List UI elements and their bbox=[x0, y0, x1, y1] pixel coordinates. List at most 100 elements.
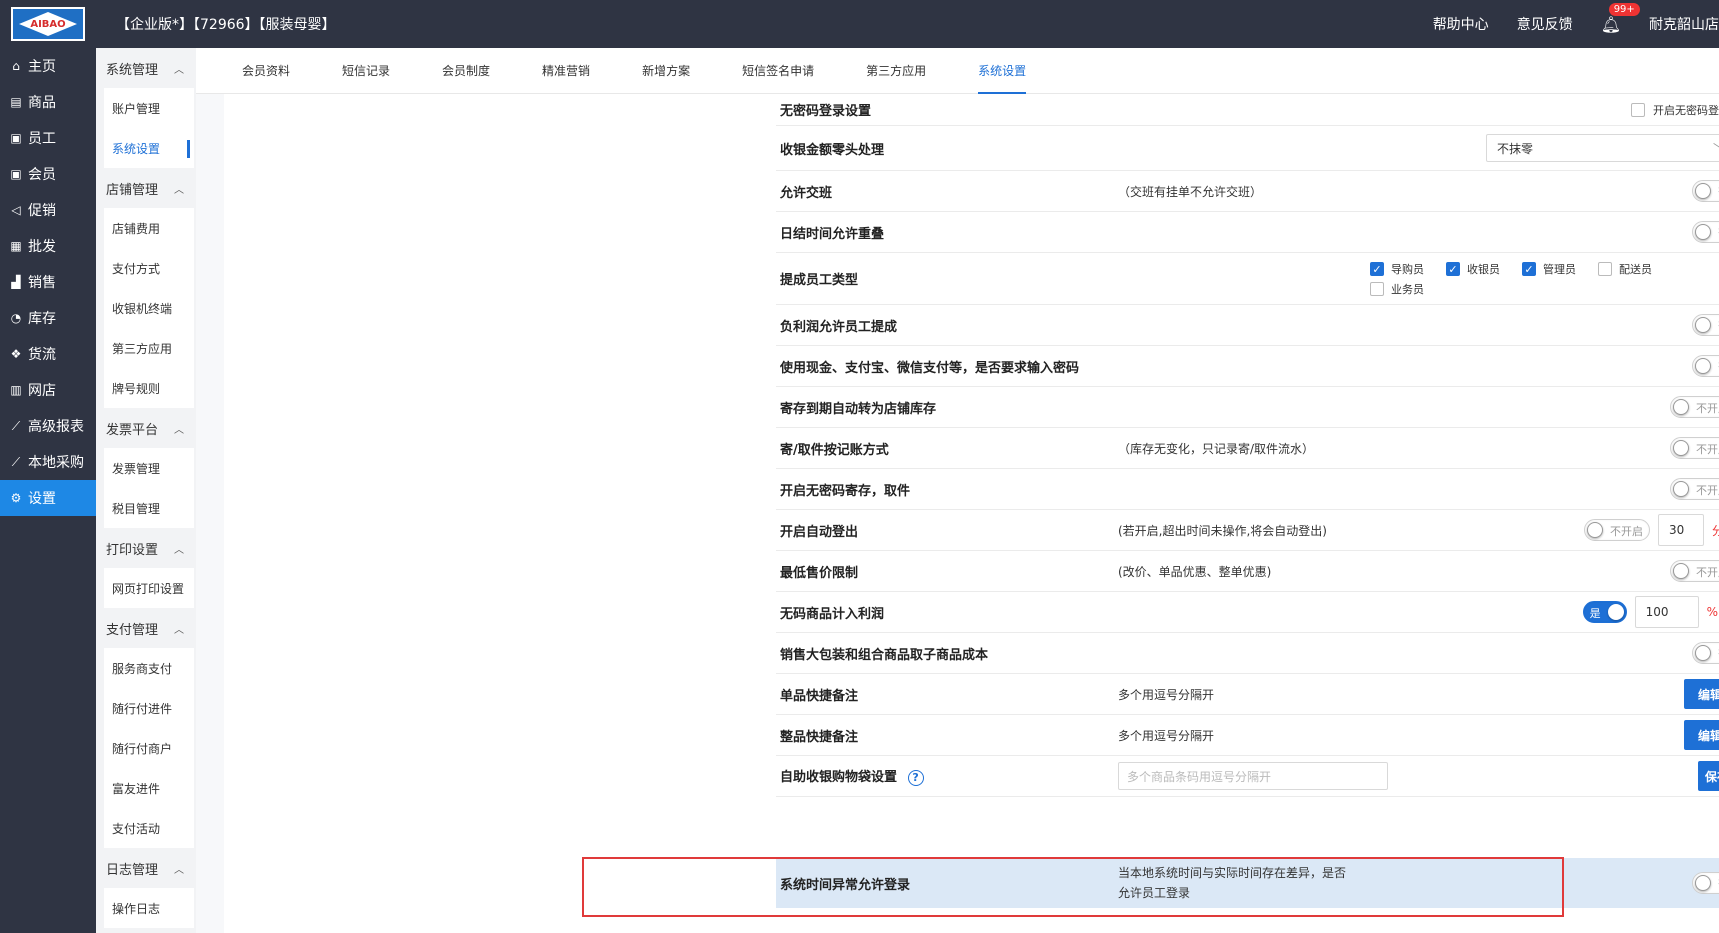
subnav-group-title: 系统管理 bbox=[106, 62, 159, 78]
nav-item-goods[interactable]: ▤ 商品 bbox=[0, 84, 96, 120]
bag-setting-input[interactable]: 多个商品条码用逗号分隔开 bbox=[1118, 762, 1388, 790]
item-note-edit-button[interactable]: 编辑 bbox=[1684, 679, 1719, 709]
row-label: 使用现金、支付宝、微信支付等，是否要求输入密码 bbox=[780, 360, 1080, 376]
negative-profit-switch[interactable]: 否 bbox=[1692, 314, 1719, 336]
time-anomaly-switch[interactable]: 否 bbox=[1692, 872, 1719, 894]
row-desc: （交班有挂单不允许交班） bbox=[1118, 184, 1263, 199]
deposit-method-switch[interactable]: 不开启 bbox=[1670, 437, 1719, 459]
subnav-item-number-rule[interactable]: 牌号规则 bbox=[104, 368, 194, 408]
subnav-group-log[interactable]: 日志管理 ︿ bbox=[96, 848, 196, 888]
logo[interactable]: AIBAO bbox=[0, 0, 96, 48]
subnav-item-store-fee[interactable]: 店铺费用 bbox=[104, 208, 194, 248]
row-allow-shift: 允许交班 （交班有挂单不允许交班） 否 bbox=[776, 171, 1719, 212]
tab-precision-marketing[interactable]: 精准营销 bbox=[542, 48, 590, 94]
switch-knob bbox=[1673, 481, 1689, 497]
row-label: 自助收银购物袋设置 ? bbox=[780, 766, 924, 786]
subnav-item-provider-pay[interactable]: 服务商支付 bbox=[104, 648, 194, 688]
subnav-group-title: 店铺管理 bbox=[106, 182, 159, 198]
subnav-group-print[interactable]: 打印设置 ︿ bbox=[96, 528, 196, 568]
checkbox-icon bbox=[1598, 262, 1612, 276]
switch-knob bbox=[1695, 645, 1711, 661]
payment-password-switch[interactable]: 否 bbox=[1692, 355, 1719, 377]
help-center-link[interactable]: 帮助中心 bbox=[1433, 14, 1489, 34]
no-password-login-checkbox[interactable] bbox=[1631, 102, 1645, 117]
auto-logout-switch[interactable]: 不开启 bbox=[1583, 519, 1650, 541]
purchase-icon: ⟋ bbox=[11, 454, 21, 469]
subnav-item-sxf-merchant[interactable]: 随行付商户 bbox=[104, 728, 194, 768]
daily-overlap-switch[interactable]: 否 bbox=[1692, 221, 1719, 243]
nav-item-report[interactable]: ⟋ 高级报表 bbox=[0, 408, 96, 444]
tab-third-party[interactable]: 第三方应用 bbox=[866, 48, 926, 94]
subnav-group-system[interactable]: 系统管理 ︿ bbox=[96, 48, 196, 88]
commission-option-delivery[interactable]: 配送员 bbox=[1598, 261, 1652, 277]
feedback-link[interactable]: 意见反馈 bbox=[1517, 14, 1573, 34]
subnav-group-store[interactable]: 店铺管理 ︿ bbox=[96, 168, 196, 208]
nav-item-promotion[interactable]: ◁ 促销 bbox=[0, 192, 96, 228]
tab-sms-records[interactable]: 短信记录 bbox=[342, 48, 390, 94]
nav-item-home[interactable]: ⌂ 主页 bbox=[0, 48, 96, 84]
nav-item-staff[interactable]: ▣ 员工 bbox=[0, 120, 96, 156]
tab-member-info[interactable]: 会员资料 bbox=[242, 48, 290, 94]
bundle-cost-switch[interactable]: 否 bbox=[1692, 642, 1719, 664]
subnav-item-web-print[interactable]: 网页打印设置 bbox=[104, 568, 194, 608]
allow-shift-switch[interactable]: 否 bbox=[1692, 180, 1719, 202]
nav-item-purchase[interactable]: ⟋ 本地采购 bbox=[0, 444, 96, 480]
order-note-edit-button[interactable]: 编辑 bbox=[1684, 720, 1719, 750]
subnav-item-pay-activity[interactable]: 支付活动 bbox=[104, 808, 194, 848]
min-price-switch[interactable]: 不开启 bbox=[1670, 560, 1719, 582]
tab-new-plan[interactable]: 新增方案 bbox=[642, 48, 690, 94]
nav-item-inventory[interactable]: ◔ 库存 bbox=[0, 300, 96, 336]
rounding-select[interactable]: 不抹零 ﹀ bbox=[1486, 134, 1719, 162]
commission-option-manager[interactable]: ✓ 管理员 bbox=[1522, 261, 1576, 277]
time-anomaly-control: 否 bbox=[1692, 872, 1719, 894]
nav-item-member[interactable]: ▣ 会员 bbox=[0, 156, 96, 192]
subnav-item-third-party[interactable]: 第三方应用 bbox=[104, 328, 194, 368]
subnav-item-fuyou-onboard[interactable]: 富友进件 bbox=[104, 768, 194, 808]
no-code-profit-percent-input[interactable]: 100 bbox=[1634, 596, 1699, 628]
nav-item-wholesale[interactable]: ▦ 批发 bbox=[0, 228, 96, 264]
nav-item-eshop[interactable]: ▥ 网店 bbox=[0, 372, 96, 408]
row-bag-setting: 自助收银购物袋设置 ? 多个商品条码用逗号分隔开 保存 bbox=[776, 756, 1719, 797]
promotion-icon: ◁ bbox=[11, 203, 21, 217]
bag-setting-save-button[interactable]: 保存 bbox=[1698, 761, 1719, 791]
subnav-item-pos-terminal[interactable]: 收银机终端 bbox=[104, 288, 194, 328]
no-code-deposit-control: 不开启 bbox=[1670, 478, 1719, 500]
tab-sms-signature[interactable]: 短信签名申请 bbox=[742, 48, 814, 94]
switch-knob bbox=[1673, 563, 1689, 579]
no-code-profit-switch[interactable]: 是 bbox=[1582, 601, 1627, 623]
subnav-item-operation-log[interactable]: 操作日志 bbox=[104, 888, 194, 928]
nav-item-settings[interactable]: ⚙ 设置 bbox=[0, 480, 96, 516]
tab-member-system[interactable]: 会员制度 bbox=[442, 48, 490, 94]
row-label: 销售大包装和组合商品取子商品成本 bbox=[780, 647, 989, 663]
subnav-item-sxf-onboard[interactable]: 随行付进件 bbox=[104, 688, 194, 728]
row-payment-password: 使用现金、支付宝、微信支付等，是否要求输入密码 否 bbox=[776, 346, 1719, 387]
tab-system-settings[interactable]: 系统设置 bbox=[978, 48, 1027, 94]
help-icon[interactable]: ? bbox=[907, 769, 924, 786]
deposit-expire-switch[interactable]: 不开启 bbox=[1670, 396, 1719, 418]
subnav-group-title: 支付管理 bbox=[106, 622, 159, 638]
subnav-item-tax-items[interactable]: 税目管理 bbox=[104, 488, 194, 528]
subnav-item-payment-method[interactable]: 支付方式 bbox=[104, 248, 194, 288]
auto-logout-minutes-input[interactable]: 30 bbox=[1657, 514, 1704, 546]
row-daily-overlap: 日结时间允许重叠 否 bbox=[776, 212, 1719, 253]
no-code-deposit-switch[interactable]: 不开启 bbox=[1670, 478, 1719, 500]
option-label: 配送员 bbox=[1619, 263, 1652, 276]
subnav-group-invoice[interactable]: 发票平台 ︿ bbox=[96, 408, 196, 448]
commission-option-guide[interactable]: ✓ 导购员 bbox=[1370, 261, 1424, 277]
nav-label: 会员 bbox=[28, 167, 56, 183]
store-name[interactable]: 耐克韶山店 bbox=[1649, 14, 1719, 34]
nav-item-sales[interactable]: ▟ 销售 bbox=[0, 264, 96, 300]
subnav-item-account[interactable]: 账户管理 bbox=[104, 88, 194, 128]
notification-badge: 99+ bbox=[1608, 2, 1640, 16]
commission-option-business[interactable]: 业务员 bbox=[1370, 281, 1424, 297]
commission-option-cashier[interactable]: ✓ 收银员 bbox=[1446, 261, 1500, 277]
subnav-item-system-settings[interactable]: 系统设置 bbox=[104, 128, 194, 168]
chevron-up-icon: ︿ bbox=[174, 184, 184, 196]
subnav-group-payment[interactable]: 支付管理 ︿ bbox=[96, 608, 196, 648]
subnav-item-invoice-manage[interactable]: 发票管理 bbox=[104, 448, 194, 488]
nav-item-logistics[interactable]: ❖ 货流 bbox=[0, 336, 96, 372]
main-sidebar: ⌂ 主页 ▤ 商品 ▣ 员工 ▣ 会员 ◁ 促销 ▦ 批发 ▟ 销售 ◔ 库存 ❖ 货流 ▥ 网店 … bbox=[0, 48, 96, 933]
row-no-password-login: 无密码登录设置 开启无密码登陆 bbox=[776, 94, 1719, 126]
row-label: 单品快捷备注 bbox=[780, 688, 859, 704]
notification-bell-icon[interactable]: 🔔︎ 99+ bbox=[1601, 2, 1640, 34]
